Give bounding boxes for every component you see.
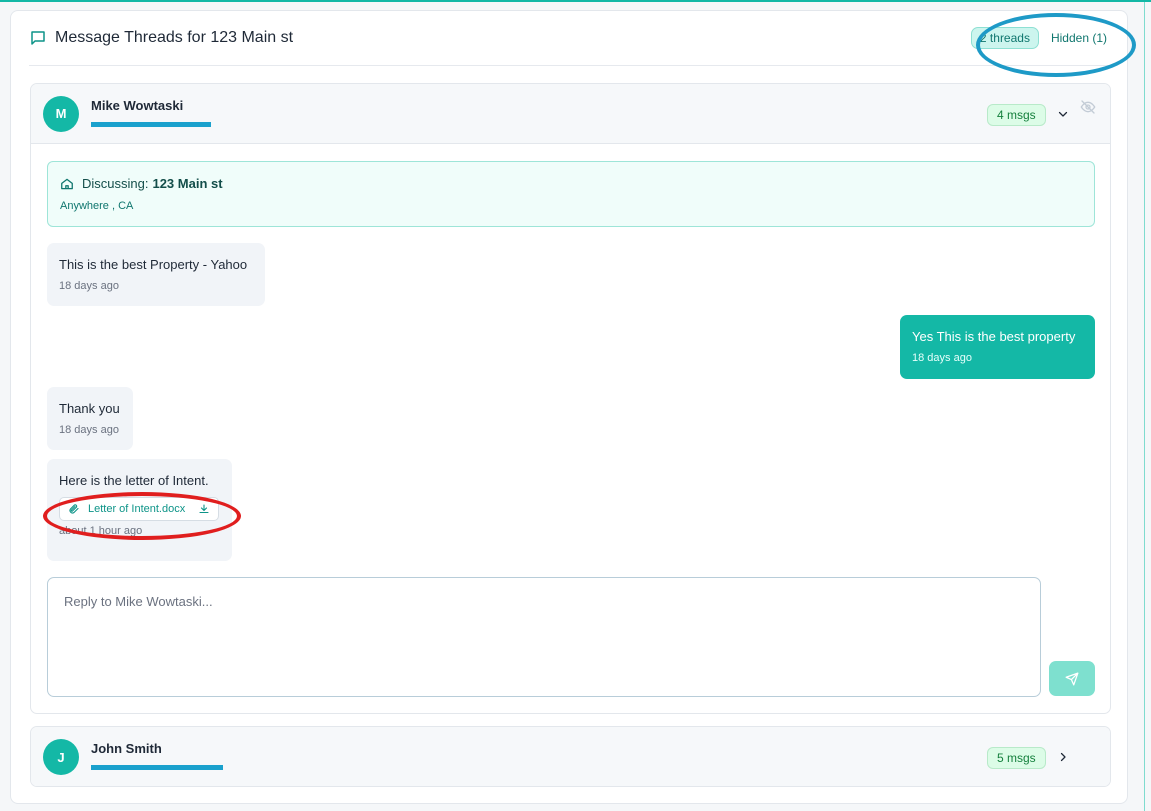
- panel-header: Message Threads for 123 Main st 2 thread…: [29, 11, 1111, 66]
- message-threads-panel: Message Threads for 123 Main st 2 thread…: [10, 10, 1136, 804]
- page-right-border: [1144, 2, 1145, 811]
- contact-email-redacted: [91, 759, 223, 773]
- avatar: J: [43, 739, 79, 775]
- home-icon: [61, 178, 73, 189]
- reply-input[interactable]: [47, 577, 1041, 697]
- thread-mike-wowtaski: M Mike Wowtaski 4 msgs Discussing: 123 M…: [30, 83, 1111, 714]
- message-bubble: Here is the letter of Intent. Letter of …: [47, 459, 232, 561]
- message-time: about 1 hour ago: [59, 525, 143, 537]
- attachment-name: Letter of Intent.docx: [88, 503, 186, 515]
- chevron-down-icon[interactable]: [1057, 108, 1069, 120]
- redaction-bar: [91, 765, 223, 770]
- contact-name: Mike Wowtaski: [91, 97, 184, 113]
- message-bubble: This is the best Property - Yahoo 18 day…: [47, 243, 265, 306]
- discussing-property-card: Discussing: 123 Main st Anywhere , CA: [47, 161, 1095, 227]
- thread-header[interactable]: M Mike Wowtaski 4 msgs: [31, 84, 1110, 144]
- message-count-badge: 5 msgs: [987, 747, 1046, 769]
- send-icon: [1065, 672, 1079, 685]
- avatar: M: [43, 95, 79, 132]
- send-button[interactable]: [1049, 661, 1095, 696]
- redaction-bar: [91, 121, 211, 127]
- discussing-label: Discussing:: [82, 176, 149, 191]
- page-title: Message Threads for 123 Main st: [55, 29, 294, 46]
- message-time: 18 days ago: [59, 280, 119, 292]
- message-square-icon: [31, 31, 45, 45]
- property-city: Anywhere , CA: [60, 200, 134, 212]
- property-address: 123 Main st: [152, 176, 223, 191]
- message-text: Thank you: [59, 401, 120, 416]
- message-bubble: Thank you 18 days ago: [47, 387, 133, 450]
- threads-count-badge[interactable]: 2 threads: [970, 27, 1039, 49]
- contact-email-redacted: [91, 116, 211, 130]
- message-time: 18 days ago: [912, 352, 972, 364]
- message-bubble-outgoing: Yes This is the best property 18 days ag…: [900, 315, 1095, 379]
- eye-off-icon[interactable]: [1080, 99, 1096, 115]
- thread-header[interactable]: J John Smith 5 msgs: [31, 727, 1110, 786]
- message-text: Yes This is the best property: [912, 329, 1076, 344]
- download-icon[interactable]: [198, 503, 210, 515]
- chevron-right-icon[interactable]: [1057, 751, 1069, 763]
- message-time: 18 days ago: [59, 424, 119, 436]
- thread-john-smith: J John Smith 5 msgs: [30, 726, 1111, 787]
- message-text: This is the best Property - Yahoo: [59, 257, 248, 272]
- message-count-badge: 4 msgs: [987, 104, 1046, 126]
- contact-name: John Smith: [91, 741, 162, 756]
- message-text: Here is the letter of Intent.: [59, 473, 209, 488]
- paperclip-icon: [69, 504, 79, 514]
- hidden-threads-link[interactable]: Hidden (1): [1047, 28, 1111, 48]
- attachment-chip[interactable]: Letter of Intent.docx: [59, 497, 219, 521]
